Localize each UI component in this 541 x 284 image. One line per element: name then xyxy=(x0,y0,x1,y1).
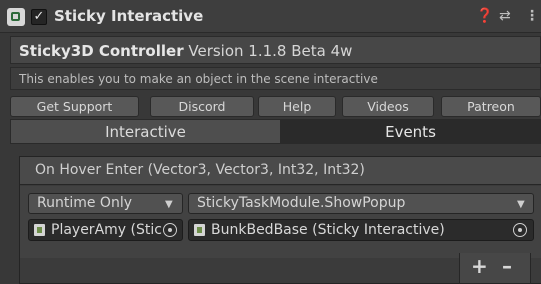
runtime-mode-value: Runtime Only xyxy=(37,195,132,211)
function-value: StickyTaskModule.ShowPopup xyxy=(197,195,406,211)
kebab-menu-icon[interactable]: ⋮ xyxy=(525,8,539,24)
function-dropdown[interactable]: StickyTaskModule.ShowPopup xyxy=(188,193,534,214)
remove-listener-button[interactable]: – xyxy=(502,254,512,278)
list-footer xyxy=(459,253,531,284)
help-icon[interactable]: ❓ xyxy=(476,8,493,24)
help-button[interactable]: Help xyxy=(258,96,336,117)
argument-object-value: BunkBedBase (Sticky Interactive) xyxy=(211,222,445,238)
event-title: On Hover Enter (Vector3, Vector3, Int32,… xyxy=(20,157,541,185)
chevron-down-icon: ▼ xyxy=(165,199,173,210)
tab-interactive[interactable]: Interactive xyxy=(10,119,281,144)
target-object-field[interactable]: PlayerAmy (Stic xyxy=(28,219,183,241)
preset-icon[interactable]: ⇄ xyxy=(499,8,511,24)
target-object-value: PlayerAmy (Stic xyxy=(51,222,162,238)
get-support-button[interactable]: Get Support xyxy=(10,96,139,117)
videos-button[interactable]: Videos xyxy=(342,96,434,117)
add-listener-button[interactable]: + xyxy=(471,254,488,278)
version-bar: Sticky3D Controller Version 1.1.8 Beta 4… xyxy=(10,36,541,64)
component-description: This enables you to make an object in th… xyxy=(10,67,541,90)
object-picker-icon[interactable] xyxy=(163,223,177,237)
patreon-button[interactable]: Patreon xyxy=(441,96,541,117)
component-title: Sticky Interactive xyxy=(54,7,204,25)
argument-object-field[interactable]: BunkBedBase (Sticky Interactive) xyxy=(188,219,534,241)
chevron-down-icon: ▼ xyxy=(517,199,525,210)
object-picker-icon[interactable] xyxy=(513,223,527,237)
component-icon xyxy=(7,8,25,26)
runtime-mode-dropdown[interactable]: Runtime Only xyxy=(28,193,183,214)
product-name: Sticky3D Controller xyxy=(19,42,184,60)
version-text: Version 1.1.8 Beta 4w xyxy=(188,42,353,60)
game-object-icon xyxy=(34,224,45,236)
game-object-icon xyxy=(194,224,205,236)
tab-events[interactable]: Events xyxy=(280,119,541,144)
component-enabled-checkbox[interactable]: ✓ xyxy=(31,9,47,25)
discord-button[interactable]: Discord xyxy=(150,96,254,117)
